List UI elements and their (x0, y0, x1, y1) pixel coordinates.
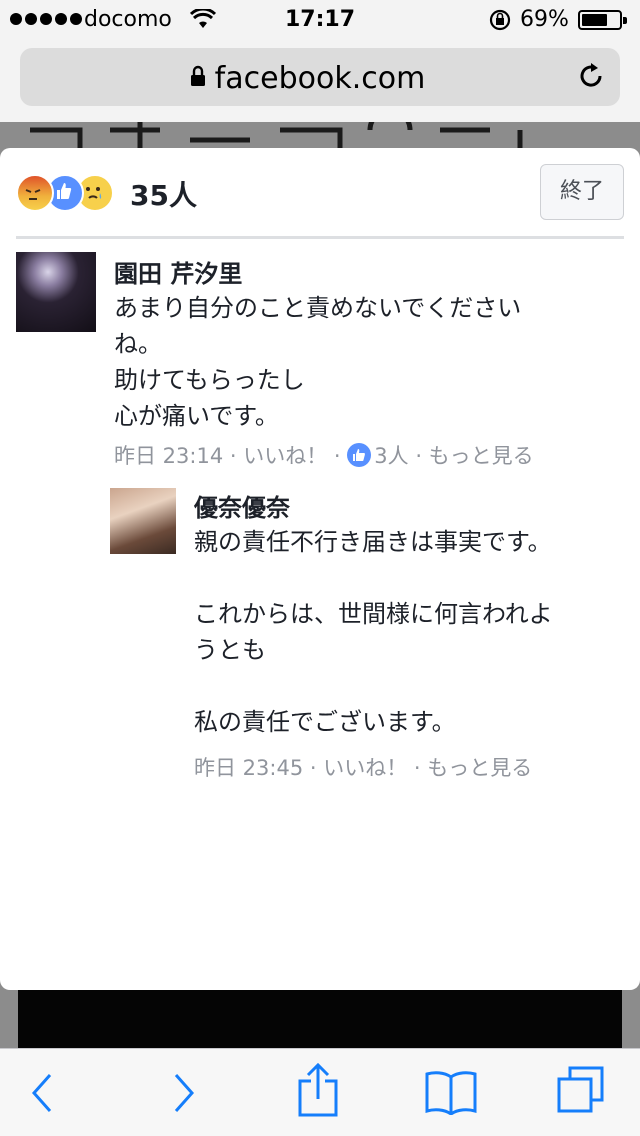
back-icon[interactable] (26, 1071, 60, 1119)
comment-author[interactable]: 園田 芹汐里 (114, 254, 242, 289)
like-link[interactable]: いいね！ (243, 444, 327, 468)
close-button[interactable]: 終了 (540, 164, 624, 220)
bookmarks-icon[interactable] (424, 1069, 478, 1119)
more-link[interactable]: もっと見る (429, 444, 534, 468)
forward-icon[interactable] (166, 1071, 200, 1119)
comment-meta: 昨日 23:45 · いいね！ · もっと見る (194, 752, 532, 782)
comment-meta: 昨日 23:14 · いいね！ · 3人 · もっと見る (114, 440, 534, 470)
dialog-header: 35人 終了 (0, 148, 640, 236)
comment-author[interactable]: 優奈優奈 (194, 488, 290, 523)
more-link[interactable]: もっと見る (427, 756, 532, 780)
angry-icon (16, 174, 54, 212)
separator: · (408, 444, 429, 468)
address-bar[interactable]: facebook.com (20, 48, 620, 106)
rotation-lock-icon (488, 9, 512, 37)
reaction-count: 35人 (130, 179, 197, 212)
battery-icon (578, 10, 627, 30)
separator: · (223, 444, 244, 468)
reload-icon[interactable] (576, 61, 606, 95)
browser-toolbar (0, 1048, 640, 1136)
reactions-dialog: 35人 終了 園田 芹汐里 あまり自分のこと責めないでください ね。 助けてもら… (0, 148, 640, 990)
separator: · (407, 756, 428, 780)
reaction-icons (16, 174, 116, 212)
url-text: facebook.com (214, 61, 426, 96)
browser-chrome: facebook.com (0, 40, 640, 122)
separator: · (327, 444, 348, 468)
comment-body: 親の責任不行き届きは事実です。 これからは、世間様に何言われよ うとも 私の責任… (194, 528, 553, 736)
like-link[interactable]: いいね！ (323, 756, 407, 780)
battery-percent: 69% (520, 7, 569, 32)
comment-time[interactable]: 昨日 23:45 (194, 756, 303, 780)
like-count[interactable]: 3人 (374, 444, 408, 468)
status-bar: docomo 17:17 69% (0, 0, 640, 40)
avatar[interactable] (16, 252, 96, 332)
separator: · (303, 756, 324, 780)
like-count-icon (347, 443, 372, 467)
tabs-icon[interactable] (556, 1065, 606, 1119)
comment-body: あまり自分のこと責めないでください ね。 助けてもらったし 心が痛いです。 (114, 294, 522, 430)
share-icon[interactable] (296, 1062, 340, 1121)
header-divider (16, 236, 624, 239)
comment-time[interactable]: 昨日 23:14 (114, 444, 223, 468)
avatar[interactable] (110, 488, 176, 554)
